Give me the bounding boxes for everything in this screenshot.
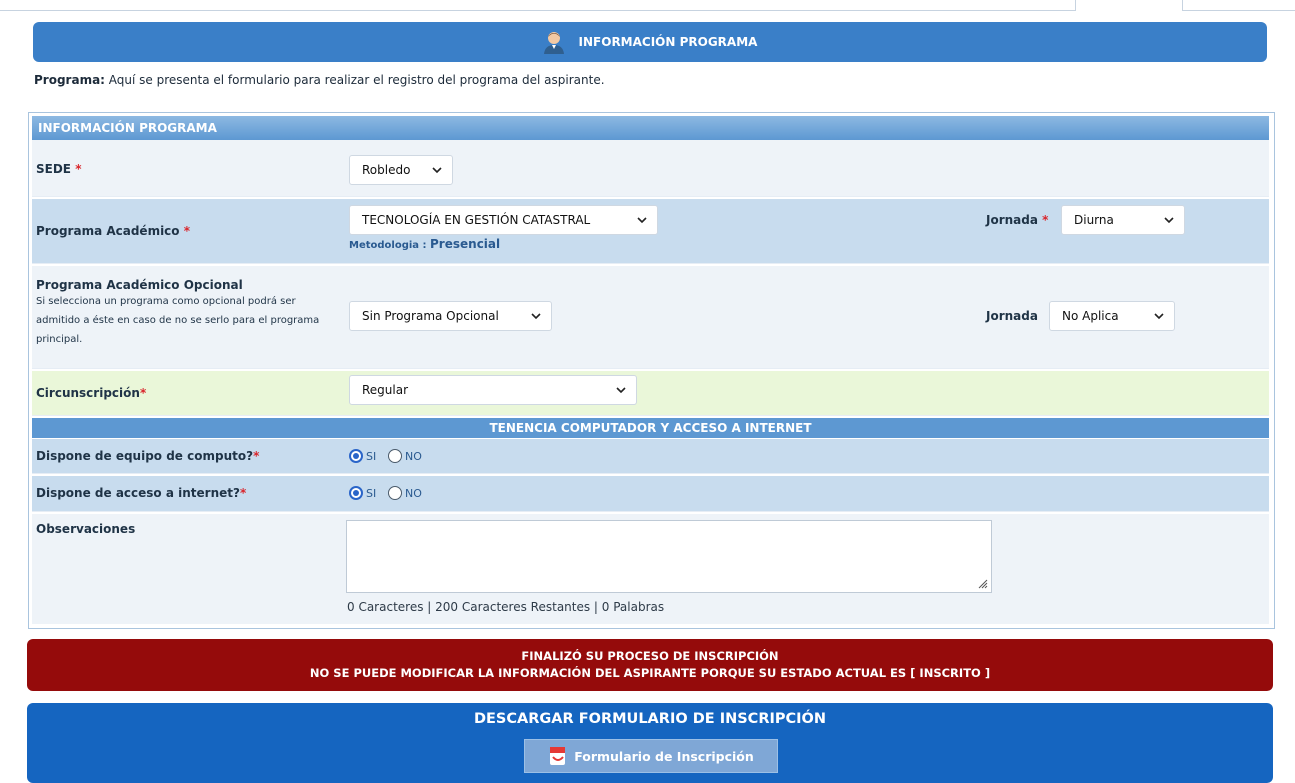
radio-checked-icon[interactable]: [349, 449, 363, 463]
required-mark: *: [75, 162, 82, 176]
equipo-label: Dispone de equipo de computo?*: [36, 449, 259, 463]
form-section-title: INFORMACIÓN PROGRAMA: [32, 116, 1269, 140]
row-sede: SEDE * Robledo: [32, 140, 1269, 197]
header-title: INFORMACIÓN PROGRAMA: [578, 35, 758, 49]
equipo-radio-si[interactable]: SI: [349, 449, 376, 463]
pdf-icon: [550, 747, 566, 765]
chevron-down-icon: [531, 313, 541, 320]
metodologia-value: Presencial: [430, 237, 501, 251]
sede-label-text: SEDE: [36, 162, 71, 176]
chevron-down-icon: [432, 167, 442, 174]
required-mark: *: [183, 224, 191, 238]
equipo-si-label: SI: [366, 449, 377, 463]
programa-label: Programa Académico *: [36, 224, 190, 238]
programa-selected-value: TECNOLOGÍA EN GESTIÓN CATASTRAL: [362, 213, 591, 227]
row-internet: Dispone de acceso a internet?* SI NO: [32, 476, 1269, 512]
equipo-no-label: NO: [405, 449, 422, 463]
active-tab[interactable]: [1075, 0, 1183, 11]
sede-label: SEDE *: [36, 162, 81, 176]
jornada-select[interactable]: Diurna: [1061, 205, 1185, 235]
required-mark: *: [239, 486, 247, 500]
observaciones-label: Observaciones: [36, 522, 136, 536]
observaciones-textarea[interactable]: [346, 520, 992, 593]
intro-text: Programa: Aquí se presenta el formulario…: [34, 73, 605, 87]
required-mark: *: [253, 449, 260, 463]
opcional-help-text: Si selecciona un programa como opcional …: [36, 296, 320, 345]
required-mark: *: [1042, 213, 1049, 227]
radio-checked-icon[interactable]: [349, 486, 363, 500]
chevron-down-icon: [616, 387, 626, 394]
equipo-radio-no[interactable]: NO: [388, 449, 422, 463]
download-panel: DESCARGAR FORMULARIO DE INSCRIPCIÓN Form…: [27, 703, 1273, 783]
alert-line-1: FINALIZÓ SU PROCESO DE INSCRIPCIÓN: [521, 649, 779, 663]
jornada-label-text: Jornada: [986, 213, 1038, 227]
opcional-label-text: Programa Académico Opcional: [36, 278, 243, 292]
internet-no-label: NO: [405, 486, 422, 500]
programa-label-text: Programa Académico: [36, 224, 180, 238]
circunscripcion-label: Circunscripción*: [36, 386, 146, 400]
intro-description: Aquí se presenta el formulario para real…: [104, 73, 605, 87]
circunscripcion-select[interactable]: Regular: [349, 375, 637, 405]
equipo-label-text: Dispone de equipo de computo?: [36, 449, 254, 463]
required-mark: *: [139, 386, 147, 400]
chevron-down-icon: [637, 217, 647, 224]
download-form-button[interactable]: Formulario de Inscripción: [524, 739, 778, 773]
row-equipo: Dispone de equipo de computo?* SI NO: [32, 439, 1269, 474]
internet-label: Dispone de acceso a internet?*: [36, 486, 246, 500]
chevron-down-icon: [1164, 217, 1174, 224]
resize-grip-icon[interactable]: [976, 577, 988, 589]
tenencia-section-title: TENENCIA COMPUTADOR Y ACCESO A INTERNET: [32, 418, 1269, 438]
user-icon: [543, 32, 564, 54]
jornada-opcional-label: Jornada: [986, 309, 1038, 323]
circunscripcion-selected-value: Regular: [362, 383, 409, 397]
jornada-opcional-selected-value: No Aplica: [1062, 309, 1119, 323]
download-button-label: Formulario de Inscripción: [574, 748, 754, 764]
opcional-label: Programa Académico Opcional Si seleccion…: [36, 278, 336, 349]
internet-radio-no[interactable]: NO: [388, 486, 422, 500]
programa-select[interactable]: TECNOLOGÍA EN GESTIÓN CATASTRAL: [349, 205, 658, 235]
jornada-selected-value: Diurna: [1074, 213, 1114, 227]
character-counter: 0 Caracteres | 200 Caracteres Restantes …: [347, 600, 665, 614]
internet-si-label: SI: [366, 486, 377, 500]
internet-label-text: Dispone de acceso a internet?: [36, 486, 240, 500]
chevron-down-icon: [1154, 313, 1164, 320]
top-tab-strip: [0, 0, 1295, 11]
radio-unchecked-icon[interactable]: [388, 486, 402, 500]
opcional-selected-value: Sin Programa Opcional: [362, 309, 499, 323]
metodologia-label: Metodologia :: [349, 240, 431, 251]
status-alert: FINALIZÓ SU PROCESO DE INSCRIPCIÓN NO SE…: [27, 639, 1273, 691]
alert-line-2: NO SE PUEDE MODIFICAR LA INFORMACIÓN DEL…: [309, 666, 991, 680]
section-header-bar: INFORMACIÓN PROGRAMA: [33, 22, 1267, 62]
jornada-label: Jornada *: [986, 213, 1048, 227]
download-title: DESCARGAR FORMULARIO DE INSCRIPCIÓN: [473, 711, 827, 727]
radio-unchecked-icon[interactable]: [388, 449, 402, 463]
internet-radio-si[interactable]: SI: [349, 486, 376, 500]
row-programa-opcional: Programa Académico Opcional Si seleccion…: [32, 266, 1269, 369]
metodologia-info: Metodologia : Presencial: [349, 237, 500, 251]
jornada-opcional-select[interactable]: No Aplica: [1049, 301, 1175, 331]
row-circunscripcion: Circunscripción* Regular: [32, 371, 1269, 416]
sede-selected-value: Robledo: [362, 163, 411, 177]
row-programa: Programa Académico * TECNOLOGÍA EN GESTI…: [32, 199, 1269, 264]
intro-label: Programa:: [34, 73, 105, 87]
program-form: INFORMACIÓN PROGRAMA SEDE * Robledo Prog…: [28, 112, 1275, 629]
circunscripcion-label-text: Circunscripción: [36, 386, 140, 400]
opcional-select[interactable]: Sin Programa Opcional: [349, 301, 552, 331]
sede-select[interactable]: Robledo: [349, 155, 453, 185]
